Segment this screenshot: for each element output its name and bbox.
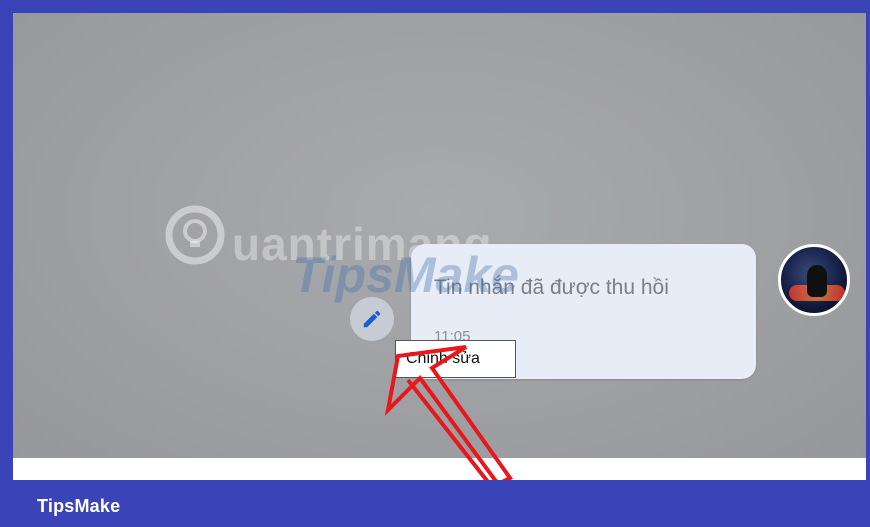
annotation-arrow-icon	[384, 345, 513, 487]
footer-bar	[0, 480, 870, 527]
footer-brand: TipsMake	[37, 496, 121, 516]
